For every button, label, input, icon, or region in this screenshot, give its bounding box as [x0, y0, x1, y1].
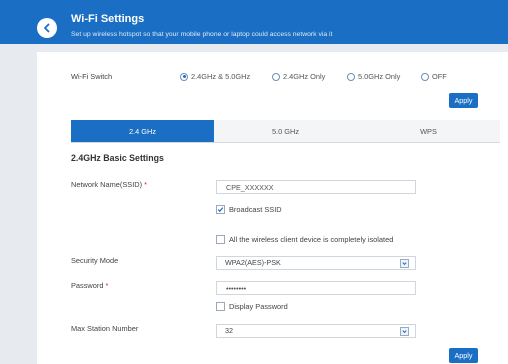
- radio-indicator: [347, 72, 355, 81]
- tab-50ghz[interactable]: 5.0 GHz: [214, 120, 357, 142]
- checkmark-icon: [217, 207, 224, 213]
- radio-indicator: [180, 72, 188, 81]
- max-station-label: Max Station Number: [71, 324, 139, 333]
- max-station-select[interactable]: 32: [216, 324, 416, 338]
- security-mode-label: Security Mode: [71, 256, 119, 265]
- tab-wps[interactable]: WPS: [357, 120, 500, 142]
- ssid-input[interactable]: CPE_XXXXXX: [216, 180, 416, 194]
- radio-label: OFF: [432, 72, 447, 81]
- display-password-label: Display Password: [229, 302, 288, 311]
- page-header: Wi-Fi Settings Set up wireless hotspot s…: [0, 0, 508, 44]
- apply-settings-button[interactable]: Apply: [449, 348, 478, 363]
- broadcast-ssid-label: Broadcast SSID: [229, 205, 282, 214]
- required-mark: *: [105, 281, 109, 290]
- radio-50ghz-only[interactable]: 5.0GHz Only: [347, 72, 400, 81]
- ssid-label: Network Name(SSID) *: [71, 180, 147, 189]
- required-mark: *: [144, 180, 147, 189]
- dropdown-arrow-icon: [400, 259, 409, 268]
- radio-label: 2.4GHz & 5.0GHz: [191, 72, 251, 81]
- max-station-value: 32: [225, 326, 233, 335]
- client-isolation-checkbox[interactable]: All the wireless client device is comple…: [216, 235, 393, 244]
- page-subtitle: Set up wireless hotspot so that your mob…: [71, 31, 333, 38]
- band-tabs: 2.4 GHz 5.0 GHz WPS: [71, 120, 500, 143]
- password-label-text: Password: [71, 281, 104, 290]
- tab-24ghz[interactable]: 2.4 GHz: [71, 120, 214, 142]
- checkbox-box: [216, 302, 225, 311]
- ssid-label-text: Network Name(SSID): [71, 180, 143, 189]
- chevron-left-icon: [44, 23, 50, 33]
- radio-off[interactable]: OFF: [421, 72, 447, 81]
- section-title: 2.4GHz Basic Settings: [71, 153, 164, 163]
- password-label: Password *: [71, 281, 108, 290]
- radio-indicator: [272, 72, 280, 81]
- security-mode-select[interactable]: WPA2(AES)-PSK: [216, 256, 416, 270]
- radio-label: 2.4GHz Only: [283, 72, 326, 81]
- checkbox-box: [216, 235, 225, 244]
- radio-dual-band[interactable]: 2.4GHz & 5.0GHz: [180, 72, 250, 81]
- broadcast-ssid-checkbox[interactable]: Broadcast SSID: [216, 205, 282, 214]
- wifi-switch-label: Wi-Fi Switch: [71, 72, 113, 81]
- radio-indicator: [421, 72, 429, 81]
- radio-label: 5.0GHz Only: [358, 72, 401, 81]
- checkbox-box: [216, 205, 225, 214]
- display-password-checkbox[interactable]: Display Password: [216, 302, 288, 311]
- back-button[interactable]: [37, 18, 57, 38]
- security-mode-value: WPA2(AES)-PSK: [225, 258, 281, 267]
- apply-switch-button[interactable]: Apply: [449, 93, 478, 108]
- password-input[interactable]: ••••••••: [216, 281, 416, 295]
- client-isolation-label: All the wireless client device is comple…: [229, 235, 394, 244]
- page-title: Wi-Fi Settings: [71, 13, 145, 25]
- radio-24ghz-only[interactable]: 2.4GHz Only: [272, 72, 325, 81]
- dropdown-arrow-icon: [400, 327, 409, 336]
